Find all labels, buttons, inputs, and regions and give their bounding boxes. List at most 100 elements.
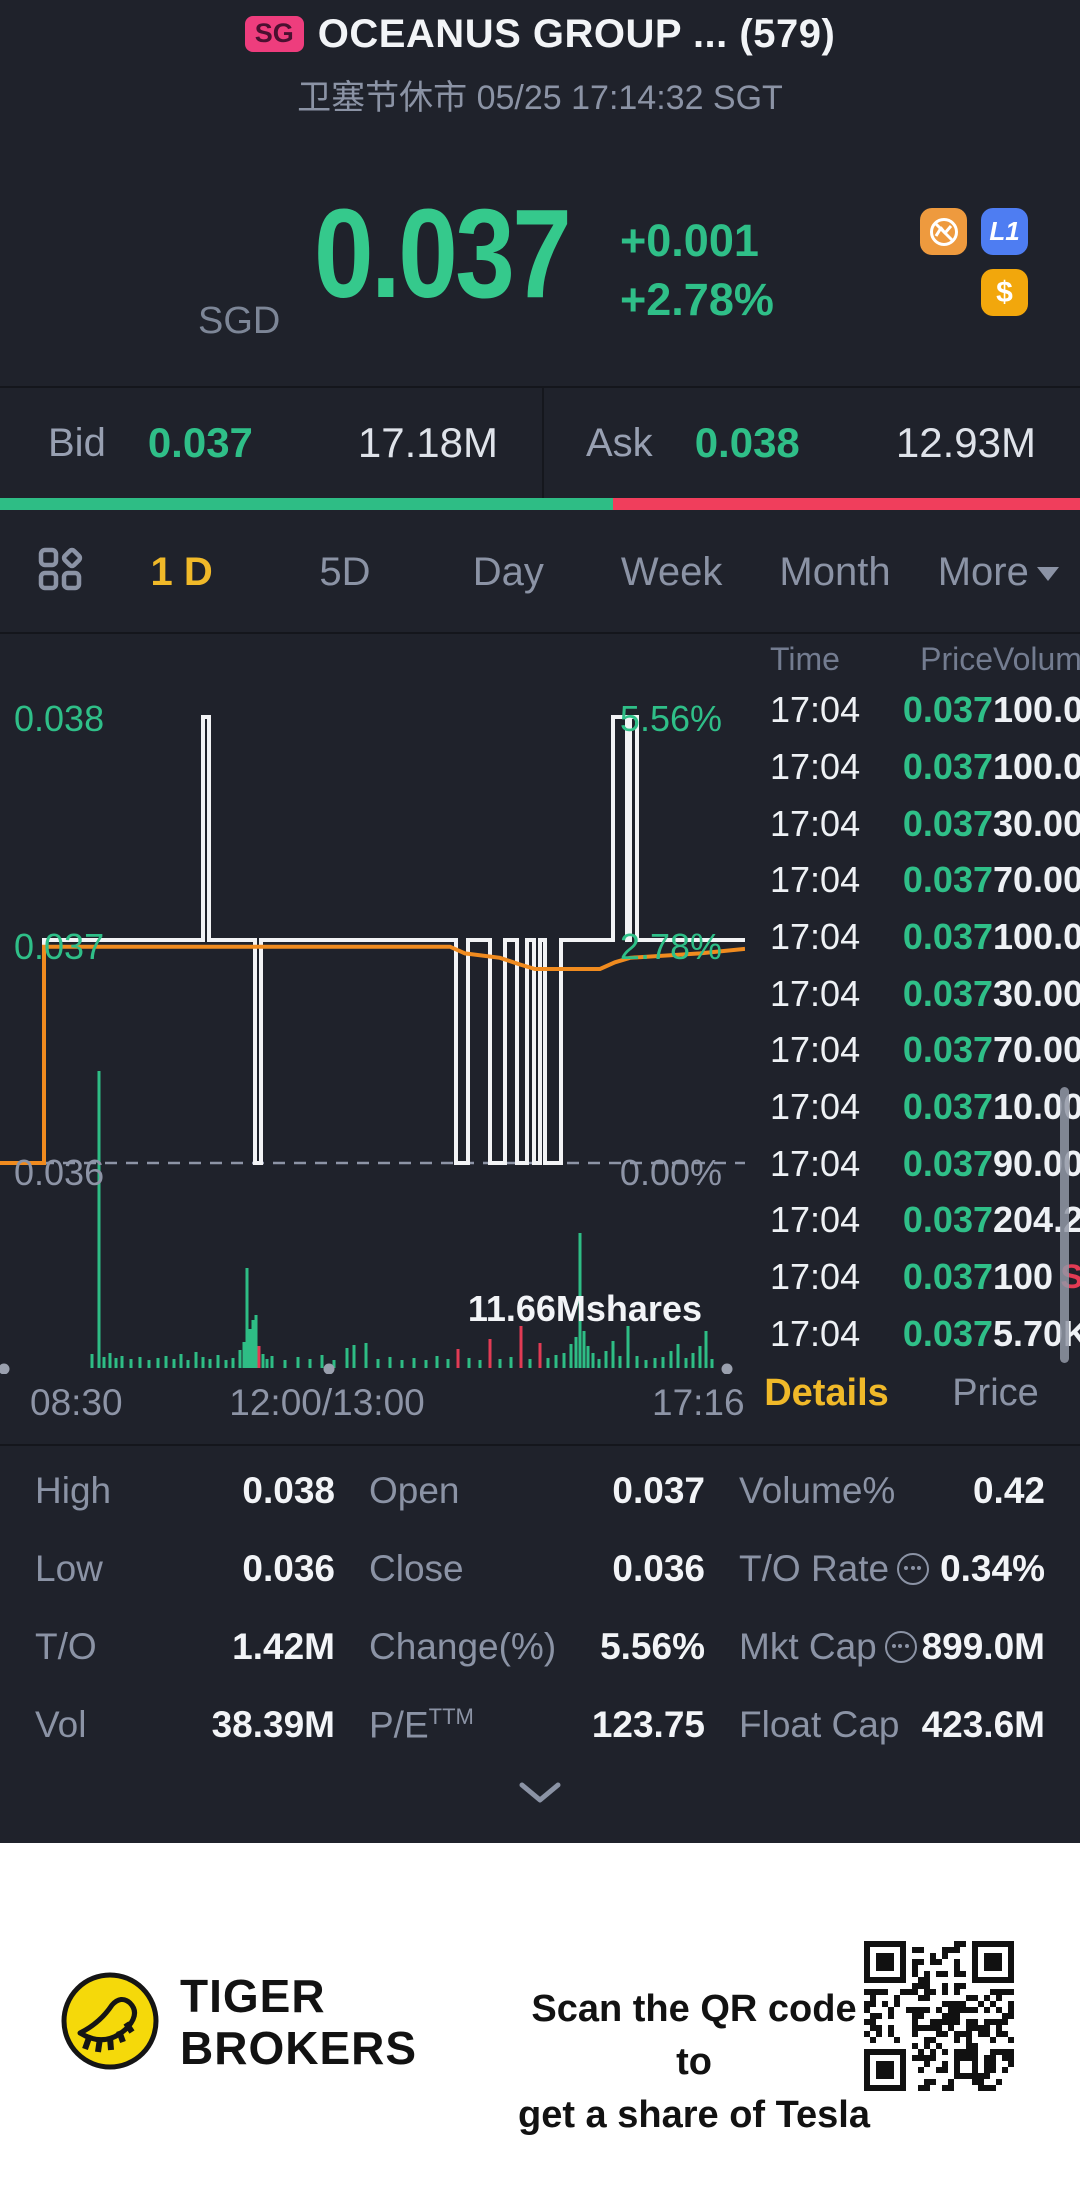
- time-sales-row[interactable]: 17:040.037204.2KS: [742, 1192, 1080, 1249]
- xaxis-label-open: 08:30: [30, 1382, 123, 1423]
- chart-layout-grid-icon[interactable]: [37, 546, 83, 597]
- volume-bar: [684, 1358, 688, 1368]
- ts-vol: 100.0K: [993, 746, 1080, 787]
- time-sales-row[interactable]: 17:040.03790.00KS: [742, 1135, 1080, 1192]
- time-sales-row[interactable]: 17:040.03770.00KS: [742, 852, 1080, 909]
- ask-block: Ask 0.038 12.93M: [544, 388, 1080, 498]
- ask-size: 12.93M: [895, 419, 1036, 466]
- ask-ratio-segment: [613, 498, 1080, 510]
- ts-vol: 30.00K: [993, 802, 1080, 844]
- ts-price: 0.037: [902, 859, 993, 901]
- period-tab-day[interactable]: Day: [427, 512, 590, 632]
- stat-label: Vol: [35, 1704, 87, 1745]
- volume-bar: [488, 1339, 492, 1368]
- time-sales-row[interactable]: 17:040.037100.0KS: [742, 682, 1080, 739]
- time-sales-tab-details[interactable]: Details: [742, 1372, 911, 1415]
- volume-bar: [538, 1343, 542, 1368]
- time-sales-row[interactable]: 17:040.03710.00KS: [742, 1079, 1080, 1136]
- volume-bar: [172, 1359, 176, 1368]
- time-sales-row[interactable]: 17:040.037100.0KS: [742, 739, 1080, 796]
- volume-bar: [509, 1357, 513, 1368]
- ts-vol: 100: [993, 1256, 1054, 1298]
- time-sales-row[interactable]: 17:040.03730.00KS: [742, 965, 1080, 1022]
- qr-caption-line2: get a share of Tesla: [518, 2094, 870, 2137]
- stats-grid: High 0.038 Open 0.037 Volume% 0.42 Low 0.036 Clo…: [0, 1452, 1080, 1764]
- stat-value: 0.34%: [940, 1548, 1045, 1589]
- volume-bar: [424, 1360, 428, 1368]
- ts-time: 17:04: [770, 1086, 861, 1128]
- brand-line2: BROKERS: [180, 2021, 418, 2074]
- volume-bar: [704, 1331, 708, 1368]
- level1-quote-icon[interactable]: L1: [981, 208, 1028, 255]
- volume-bar: [296, 1357, 300, 1368]
- bid-ask-ratio-bar: [0, 498, 1080, 510]
- volume-bar: [698, 1346, 702, 1368]
- chevron-down-icon: [1036, 567, 1059, 581]
- period-tab-week[interactable]: Week: [590, 512, 753, 632]
- time-sales-row[interactable]: 17:040.037100.0KS: [742, 909, 1080, 966]
- percent-axis-label-2: 0.00%: [619, 1152, 722, 1193]
- stat-close: Close 0.036: [369, 1530, 705, 1608]
- volume-bar: [626, 1326, 630, 1368]
- ts-time: 17:04: [770, 746, 861, 787]
- stat-float-cap: Float Cap 423.6M: [739, 1686, 1045, 1764]
- period-tab-1d[interactable]: 1 D: [100, 512, 263, 632]
- stat-value: 1.42M: [232, 1626, 335, 1667]
- qr-caption: Scan the QR code to get a share of Tesla: [510, 1983, 878, 2143]
- stat-label: Float Cap: [739, 1704, 900, 1745]
- volume-bar: [582, 1331, 586, 1368]
- expand-chevron-button[interactable]: [518, 1782, 562, 1809]
- col-price: Price: [920, 640, 993, 677]
- ts-price: 0.037: [902, 802, 993, 844]
- period-tab-month[interactable]: Month: [753, 512, 916, 632]
- brand-line1: TIGER: [180, 1970, 326, 2022]
- volume-bar: [644, 1360, 648, 1368]
- bid-ask-panel[interactable]: Bid 0.037 17.18M Ask 0.038 12.93M: [0, 388, 1080, 498]
- bid-size: 17.18M: [357, 419, 498, 466]
- period-tab-5d[interactable]: 5D: [263, 512, 426, 632]
- stock-detail-screen: SG OCEANUS GROUP ... (579) 卫塞节休市 05/25 1…: [0, 0, 1080, 2189]
- stat-t-o-rate: T/O Rate 0.34%: [739, 1530, 1045, 1608]
- no-trade-icon[interactable]: [920, 208, 967, 255]
- volume-bar: [412, 1358, 416, 1368]
- time-sales-row[interactable]: 17:040.0375.70KS: [742, 1305, 1080, 1362]
- period-tab-more[interactable]: More: [917, 512, 1080, 632]
- price-change: +0.001: [620, 215, 759, 266]
- ts-price: 0.037: [902, 689, 993, 731]
- volume-bar: [179, 1354, 183, 1368]
- time-sales-tab-price[interactable]: Price: [911, 1372, 1080, 1415]
- time-sales-row[interactable]: 17:040.03730.00KS: [742, 795, 1080, 852]
- stat-label: T/O Rate: [739, 1548, 890, 1589]
- stat-label: P/ETTM: [369, 1703, 474, 1746]
- volume-bar: [156, 1358, 160, 1368]
- volume-bar: [245, 1268, 249, 1368]
- volume-bar: [519, 1326, 523, 1368]
- volume-bar: [446, 1359, 450, 1368]
- header-title-row: SG OCEANUS GROUP ... (579): [0, 12, 1080, 56]
- time-sales-rows: 17:040.037100.0KS17:040.037100.0KS17:040…: [742, 682, 1080, 1362]
- stat-volume-: Volume% 0.42: [739, 1452, 1045, 1530]
- info-icon[interactable]: [884, 1631, 917, 1663]
- period-tab-label: Week: [620, 549, 723, 594]
- col-volume: Volume: [993, 640, 1080, 677]
- time-sales-scrollbar[interactable]: [1060, 1087, 1069, 1363]
- volume-bar: [376, 1359, 380, 1368]
- time-sales-row[interactable]: 17:040.03770.00KS: [742, 1022, 1080, 1079]
- time-sales-row[interactable]: 17:04 0.037 100 S: [742, 1249, 1080, 1306]
- ts-time: 17:04: [770, 1029, 861, 1071]
- volume-bar: [710, 1359, 714, 1368]
- ts-price: 0.037: [902, 1199, 993, 1241]
- currency-badge-icon[interactable]: $: [981, 269, 1028, 316]
- volume-bar: [138, 1357, 142, 1368]
- volume-bar: [676, 1344, 680, 1368]
- info-icon[interactable]: [897, 1553, 930, 1585]
- volume-bar: [352, 1345, 356, 1368]
- intraday-chart[interactable]: [0, 632, 745, 1374]
- ts-price: 0.037: [902, 1086, 993, 1128]
- stat-label: Low: [35, 1548, 103, 1589]
- stat-high: High 0.038: [35, 1452, 335, 1530]
- volume-bar: [102, 1357, 106, 1368]
- stat-value: 5.56%: [600, 1626, 705, 1667]
- volume-bar: [283, 1360, 287, 1368]
- ts-time: 17:04: [770, 916, 861, 958]
